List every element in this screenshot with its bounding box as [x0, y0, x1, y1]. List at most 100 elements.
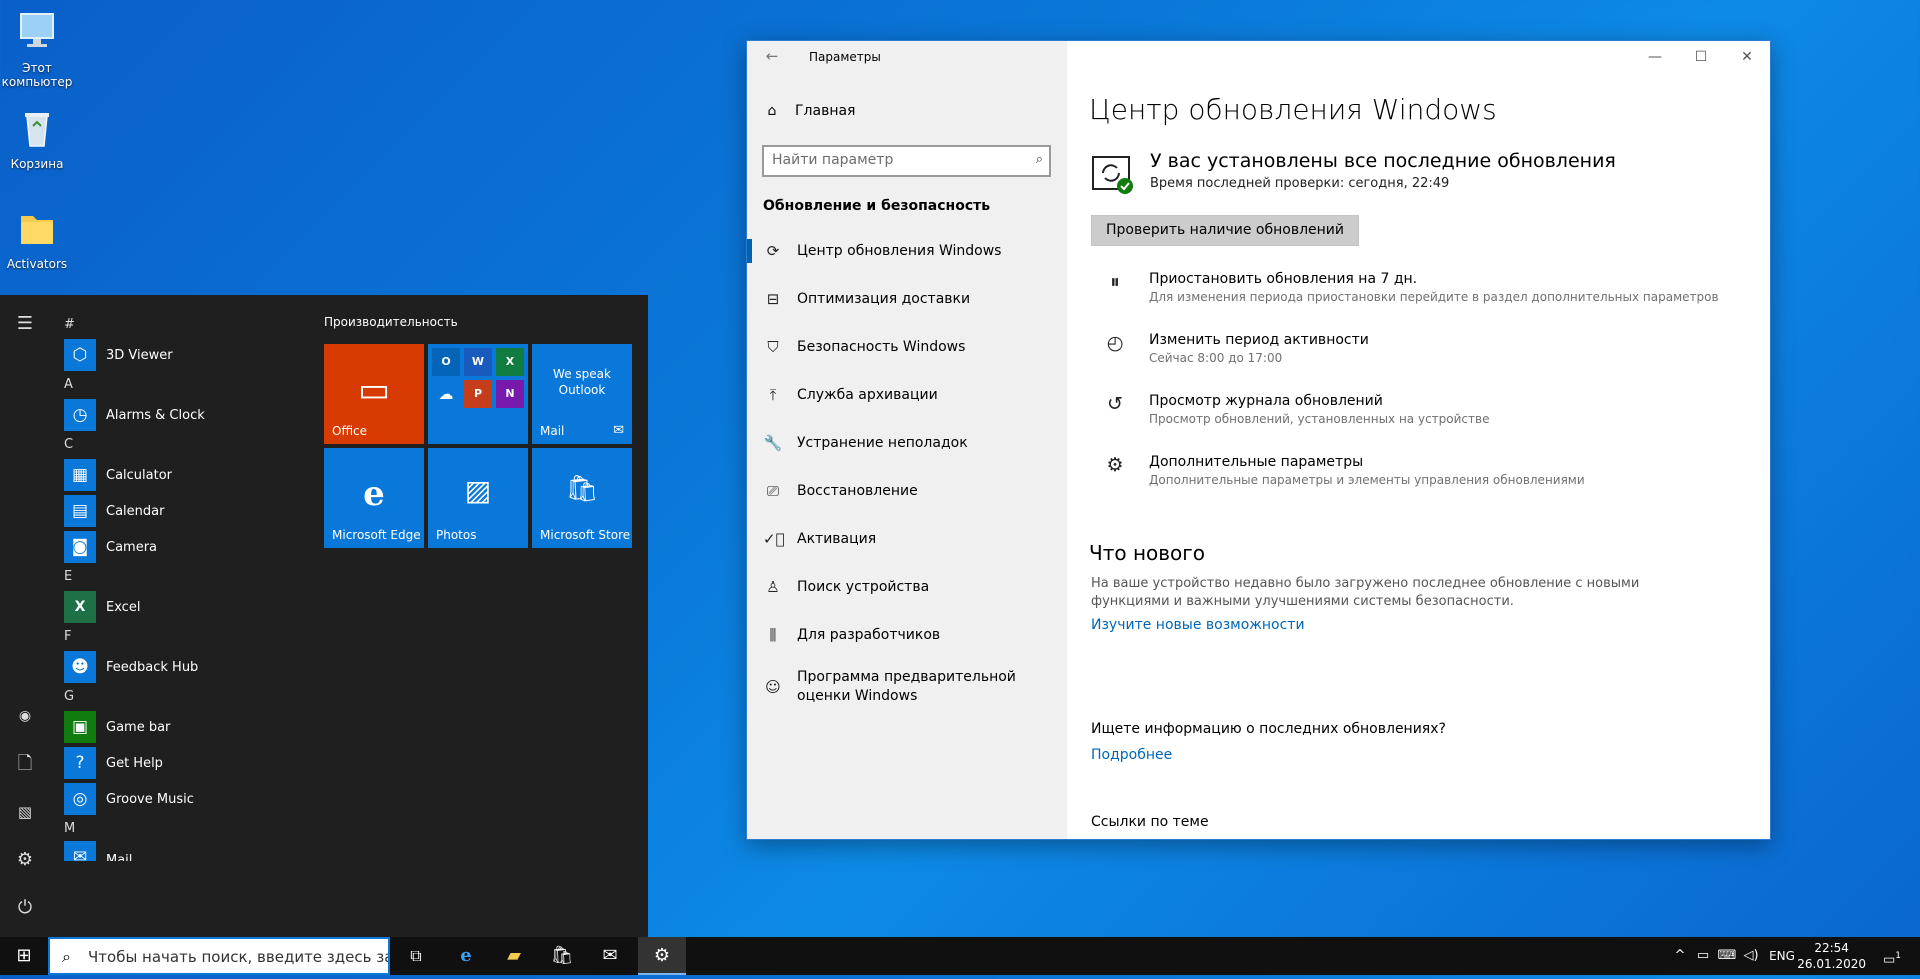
desktop-icon-recycle-bin[interactable]: Корзина: [0, 106, 74, 171]
nav-home[interactable]: ⌂ Главная: [763, 103, 856, 119]
app-item-alarms-clock[interactable]: ◷ Alarms & Clock: [58, 397, 308, 433]
minimize-button[interactable]: —: [1632, 41, 1678, 73]
network-icon: ▭: [1696, 948, 1710, 963]
taskbar-search-input[interactable]: ⌕ Чтобы начать поиск, введите здесь запр…: [48, 937, 390, 975]
user-account-icon[interactable]: ◉: [12, 703, 38, 729]
page-title: Центр обновления Windows: [1089, 93, 1497, 126]
hamburger-menu-icon[interactable]: ☰: [12, 311, 38, 337]
app-group-letter[interactable]: G: [58, 685, 308, 709]
whats-new-text: На ваше устройство недавно было загружен…: [1091, 576, 1640, 609]
action-center-button[interactable]: ▭1: [1872, 937, 1912, 975]
start-menu: ☰ ◉ 🗋 ▧ ⚙ ⏻ # ⬡ 3D Viewer A ◷ Alarms & Clo…: [0, 295, 648, 937]
whats-new-link[interactable]: Изучите новые возможности: [1091, 617, 1305, 633]
game-bar-icon: ▣: [64, 711, 96, 743]
search-icon[interactable]: ⌕: [1036, 152, 1043, 167]
learn-more-link[interactable]: Подробнее: [1091, 747, 1172, 763]
taskbar-clock[interactable]: 22:54 26.01.2020: [1797, 940, 1866, 972]
nav-item-find-my-device[interactable]: ♙ Поиск устройства: [747, 563, 1067, 611]
shield-icon: ⛉: [767, 338, 779, 356]
app-item-3d-viewer[interactable]: ⬡ 3D Viewer: [58, 337, 308, 373]
app-group-letter[interactable]: F: [58, 625, 308, 649]
edge-icon: e: [460, 945, 472, 966]
app-group-letter[interactable]: C: [58, 433, 308, 457]
nav-item-recovery[interactable]: ⎚ Восстановление: [747, 467, 1067, 515]
tray-volume-button[interactable]: ◁): [1740, 937, 1762, 975]
tray-devices-button[interactable]: ⌨: [1716, 937, 1738, 975]
documents-icon[interactable]: 🗋: [12, 751, 38, 777]
developer-icon: ⫼: [769, 626, 777, 644]
nav-item-delivery-optimization[interactable]: ⊟ Оптимизация доставки: [747, 275, 1067, 323]
app-label: Groove Music: [106, 791, 194, 807]
desktop-icon-label: Activators: [6, 257, 68, 271]
app-item-mail[interactable]: ✉ Mail: [58, 841, 308, 861]
nav-item-insider-program[interactable]: ☺ Программа предварительной оценки Window…: [747, 659, 1067, 715]
nav-item-label: Для разработчиков: [797, 627, 941, 643]
clock-date: 26.01.2020: [1797, 957, 1866, 971]
tile-office-apps[interactable]: O W X ☁ P N: [428, 344, 528, 444]
app-group-letter[interactable]: E: [58, 565, 308, 589]
tray-language-button[interactable]: ENG: [1764, 937, 1800, 975]
tile-office[interactable]: ▭ Office: [324, 344, 424, 444]
nav-item-activation[interactable]: ✓⃝ Активация: [747, 515, 1067, 563]
option-advanced[interactable]: ⚙ Дополнительные параметры Дополнительные…: [1101, 454, 1585, 487]
pictures-icon[interactable]: ▧: [12, 799, 38, 825]
nav-item-label: Программа предварительной оценки Windows: [797, 669, 1016, 704]
settings-gear-icon[interactable]: ⚙: [12, 847, 38, 873]
desktop-icon-this-pc[interactable]: Этот компьютер: [0, 10, 74, 89]
power-icon[interactable]: ⏻: [12, 895, 38, 921]
desktop-icon-activators[interactable]: Activators: [0, 206, 74, 271]
outlook-icon: O: [432, 348, 460, 376]
nav-item-for-developers[interactable]: ⫼ Для разработчиков: [747, 611, 1067, 659]
close-button[interactable]: ✕: [1724, 41, 1770, 73]
office-logo-icon: ▭: [357, 370, 391, 410]
app-item-camera[interactable]: ◙ Camera: [58, 529, 308, 565]
desktop-icon-label: Корзина: [10, 157, 64, 171]
option-active-hours[interactable]: ◴ Изменить период активности Сейчас 8:00 …: [1101, 332, 1369, 365]
check-updates-button[interactable]: Проверить наличие обновлений: [1091, 215, 1359, 246]
app-item-calculator[interactable]: ▦ Calculator: [58, 457, 308, 493]
nav-item-windows-update[interactable]: ⟳ Центр обновления Windows: [747, 227, 1067, 275]
app-item-feedback-hub[interactable]: ☻ Feedback Hub: [58, 649, 308, 685]
nav-item-windows-security[interactable]: ⛉ Безопасность Windows: [747, 323, 1067, 371]
maximize-button[interactable]: ☐: [1678, 41, 1724, 73]
tile-mail[interactable]: We speak Outlook Mail ✉: [532, 344, 632, 444]
window-title: Параметры: [809, 50, 881, 64]
nav-item-backup[interactable]: ⤒ Служба архивации: [747, 371, 1067, 419]
app-group-letter[interactable]: #: [58, 313, 308, 337]
mail-icon: ✉: [613, 423, 624, 438]
edge-icon: e: [363, 474, 385, 514]
taskbar-explorer-button[interactable]: ▰: [490, 937, 538, 975]
device-icon: ⌨: [1717, 948, 1737, 963]
settings-search-input[interactable]: Найти параметр ⌕: [762, 145, 1051, 177]
app-group-letter[interactable]: A: [58, 373, 308, 397]
show-hidden-icons-button[interactable]: ^: [1670, 937, 1690, 975]
tile-microsoft-edge[interactable]: e Microsoft Edge: [324, 448, 424, 548]
mail-promo-text: We speak Outlook: [553, 367, 611, 397]
tray-network-button[interactable]: ▭: [1692, 937, 1714, 975]
option-pause-updates[interactable]: ⏸ Приостановить обновления на 7 дн. Для и…: [1101, 271, 1718, 304]
start-button[interactable]: ⊞: [0, 937, 48, 975]
taskbar-mail-button[interactable]: ✉: [586, 937, 634, 975]
app-item-game-bar[interactable]: ▣ Game bar: [58, 709, 308, 745]
tile-photos[interactable]: ▨ Photos: [428, 448, 528, 548]
option-update-history[interactable]: ↺ Просмотр журнала обновлений Просмотр об…: [1101, 393, 1489, 426]
taskbar-store-button[interactable]: 🛍: [538, 937, 586, 975]
taskbar-settings-button[interactable]: ⚙: [638, 937, 686, 975]
nav-item-label: Служба архивации: [797, 387, 938, 403]
app-item-groove-music[interactable]: ◎ Groove Music: [58, 781, 308, 817]
option-subtitle: Дополнительные параметры и элементы упра…: [1149, 473, 1585, 487]
app-item-excel[interactable]: X Excel: [58, 589, 308, 625]
task-view-button[interactable]: ⧉: [392, 937, 440, 975]
nav-item-troubleshoot[interactable]: 🔧 Устранение неполадок: [747, 419, 1067, 467]
section-header: Обновление и безопасность: [763, 198, 991, 214]
back-arrow-icon[interactable]: ←: [761, 47, 783, 67]
app-item-calendar[interactable]: ▤ Calendar: [58, 493, 308, 529]
nav-item-label: Восстановление: [797, 483, 918, 499]
nav-item-label: Устранение неполадок: [797, 435, 968, 451]
word-icon: W: [464, 348, 492, 376]
taskbar-edge-button[interactable]: e: [442, 937, 490, 975]
app-item-get-help[interactable]: ? Get Help: [58, 745, 308, 781]
app-group-letter[interactable]: M: [58, 817, 308, 841]
tile-microsoft-store[interactable]: 🛍 Microsoft Store: [532, 448, 632, 548]
store-icon: 🛍: [565, 474, 599, 504]
